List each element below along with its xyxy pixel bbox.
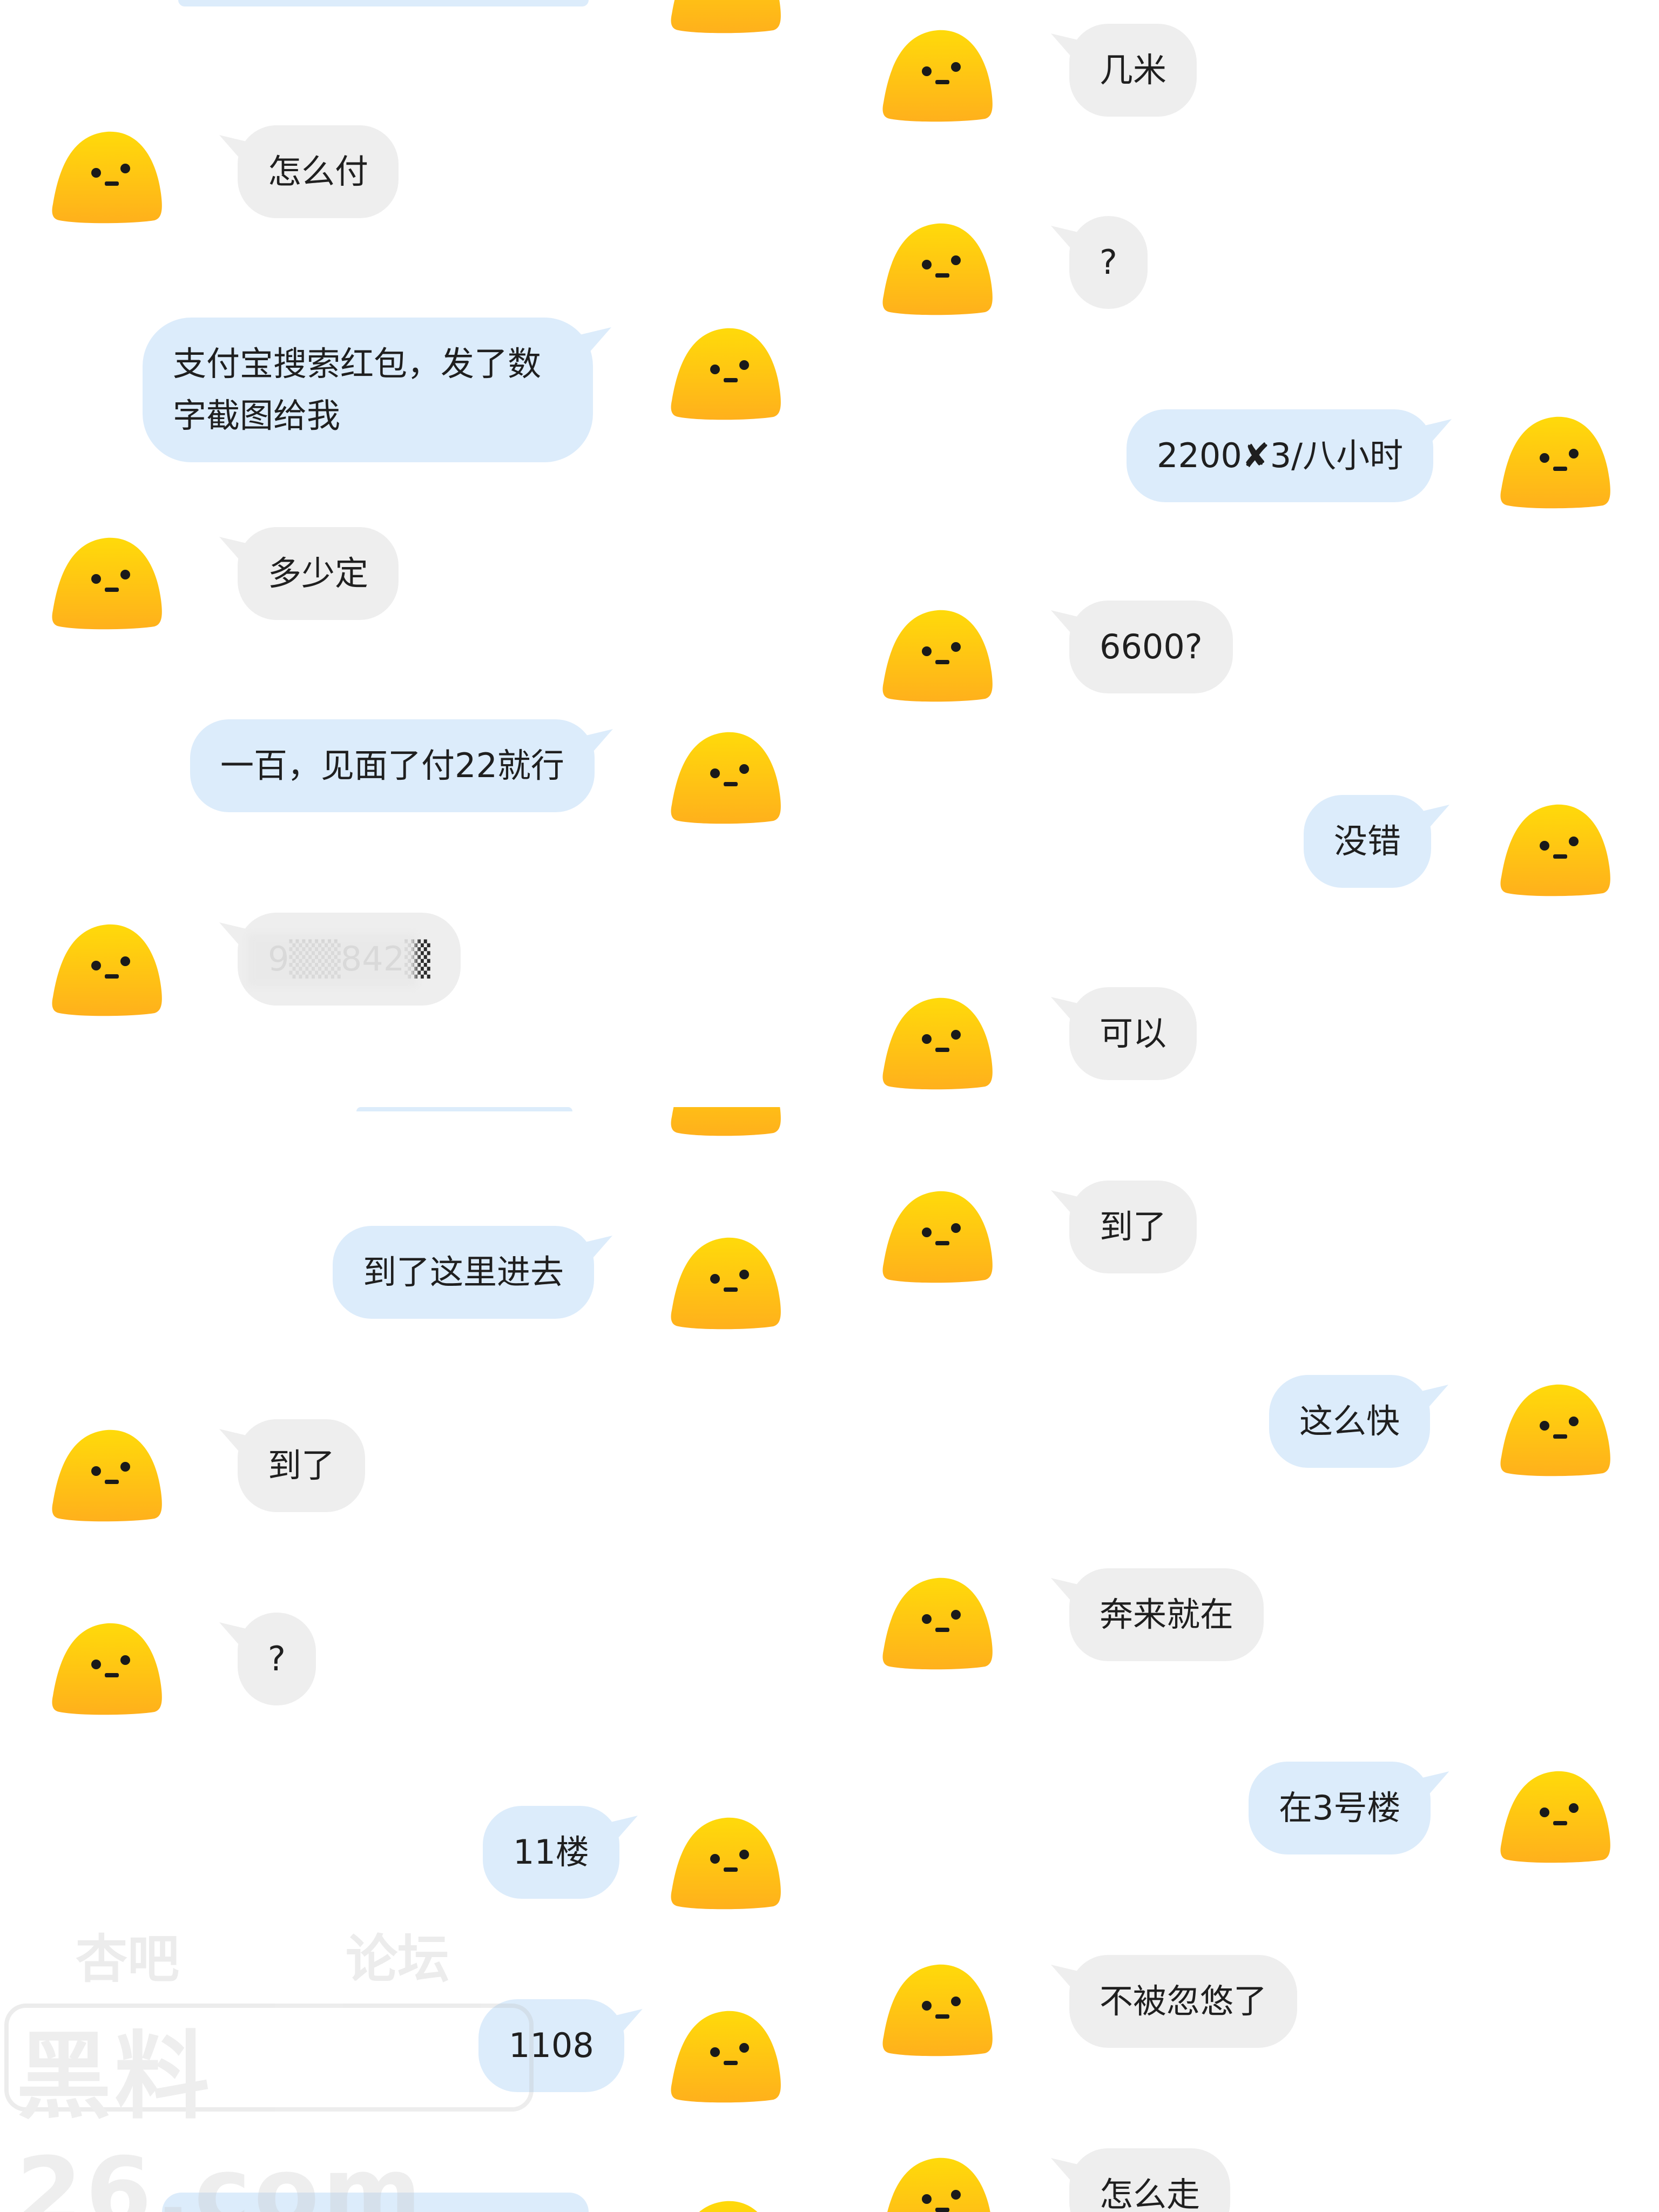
incoming-message-bubble[interactable]: 不被忽悠了 [1069, 1955, 1298, 2048]
yellow-blob-avatar-icon [882, 2157, 993, 2212]
yellow-blob-avatar-icon [1500, 1384, 1610, 1476]
incoming-message-bubble[interactable]: 到了 [1069, 1181, 1197, 1273]
outgoing-message-bubble[interactable]: 一百，见面了付22就行 [190, 719, 595, 812]
contact-avatar[interactable] [879, 215, 996, 323]
outgoing-message-bubble[interactable]: 2200✘3/八小时 [1127, 409, 1434, 502]
self-avatar[interactable] [1497, 1376, 1614, 1484]
cut-off-avatar [667, 0, 784, 41]
contact-avatar[interactable] [49, 1421, 165, 1529]
redaction-mosaic [248, 934, 416, 986]
yellow-blob-avatar-icon [671, 2201, 781, 2212]
contact-avatar[interactable] [49, 123, 165, 231]
watermark-brand-right: 论坛 [346, 1929, 449, 1990]
contact-avatar[interactable] [49, 529, 165, 637]
outgoing-message-bubble[interactable]: 没错 [1304, 795, 1432, 888]
yellow-blob-avatar-icon [1500, 416, 1610, 509]
yellow-blob-avatar-icon [882, 1964, 993, 2056]
yellow-blob-avatar-icon [52, 924, 162, 1016]
contact-avatar[interactable] [879, 1956, 996, 2064]
watermark-domain: 黑料26.com [16, 2021, 425, 2212]
yellow-blob-avatar-icon [882, 1191, 993, 1283]
yellow-blob-avatar-icon [52, 537, 162, 630]
incoming-message-bubble[interactable]: 到了 [238, 1419, 366, 1512]
yellow-blob-avatar-icon [1500, 804, 1610, 896]
contact-avatar[interactable] [879, 1183, 996, 1291]
incoming-message-bubble[interactable]: 6600? [1069, 601, 1233, 693]
yellow-blob-avatar-icon [671, 732, 781, 824]
contact-avatar[interactable] [49, 916, 165, 1024]
outgoing-message-bubble[interactable]: 在3号楼 [1249, 1762, 1431, 1854]
contact-avatar[interactable] [879, 989, 996, 1097]
yellow-blob-avatar-icon [52, 1623, 162, 1715]
yellow-blob-avatar-icon [671, 328, 781, 420]
yellow-blob-avatar-icon [882, 223, 993, 315]
self-avatar[interactable] [1497, 796, 1614, 904]
self-avatar[interactable] [1497, 1763, 1614, 1871]
yellow-blob-avatar-icon [671, 1817, 781, 1910]
contact-avatar[interactable] [49, 1615, 165, 1723]
contact-avatar[interactable] [879, 1569, 996, 1677]
self-avatar[interactable] [667, 724, 784, 832]
watermark-brand-left: 杏吧 [76, 1929, 179, 1990]
yellow-blob-avatar-icon [52, 1429, 162, 1522]
chat-screenshot: 怎么付 支付宝搜索红包，发了数字截图给我 多少定 一百，见面了付22就行 9▒▒… [0, 0, 1659, 2212]
incoming-message-bubble[interactable]: 怎么付 [238, 125, 399, 218]
outgoing-message-bubble[interactable]: 11楼 [483, 1806, 619, 1899]
contact-avatar[interactable] [879, 22, 996, 130]
yellow-blob-avatar-icon [671, 1237, 781, 1330]
cut-off-outgoing-bubble [178, 0, 589, 6]
yellow-blob-avatar-icon [882, 1577, 993, 1670]
incoming-message-bubble[interactable]: 奔来就在 [1069, 1568, 1264, 1661]
yellow-blob-avatar-icon [1500, 1771, 1610, 1863]
yellow-blob-avatar-icon [882, 997, 993, 1090]
self-avatar[interactable] [667, 2002, 784, 2110]
incoming-message-bubble[interactable]: ? [238, 1613, 316, 1705]
site-watermark: 杏吧 论坛 黑料26.com [0, 1901, 540, 2212]
outgoing-message-bubble[interactable]: 到了这里进去 [333, 1226, 595, 1319]
self-avatar[interactable] [667, 320, 784, 428]
incoming-message-bubble[interactable]: 可以 [1069, 987, 1197, 1080]
incoming-message-bubble[interactable]: 怎么走 [1069, 2148, 1231, 2212]
cut-off-avatar [667, 1107, 784, 1144]
yellow-blob-avatar-icon [671, 2011, 781, 2103]
self-avatar[interactable] [1497, 408, 1614, 516]
contact-avatar[interactable] [879, 2149, 996, 2212]
incoming-message-bubble[interactable]: 多少定 [238, 527, 399, 620]
yellow-blob-avatar-icon [882, 610, 993, 702]
yellow-blob-avatar-icon [52, 131, 162, 224]
yellow-blob-avatar-icon [671, 1107, 781, 1136]
outgoing-message-bubble[interactable]: 这么快 [1269, 1375, 1431, 1468]
chat-panel-right[interactable]: 几米 ? 2200✘3/八小时 6600? 没错 可以 到了 这么快 奔来就在 … [830, 0, 1659, 2212]
incoming-message-bubble[interactable]: ? [1069, 216, 1148, 309]
outgoing-message-bubble[interactable]: 支付宝搜索红包，发了数字截图给我 [143, 318, 593, 462]
cut-off-outgoing-bubble [356, 1107, 572, 1111]
self-avatar[interactable] [667, 1229, 784, 1337]
chat-panel-left[interactable]: 怎么付 支付宝搜索红包，发了数字截图给我 多少定 一百，见面了付22就行 9▒▒… [0, 0, 830, 2212]
incoming-message-bubble[interactable]: 几米 [1069, 24, 1197, 117]
cut-off-avatar [667, 2193, 784, 2212]
self-avatar[interactable] [667, 1809, 784, 1917]
contact-avatar[interactable] [879, 602, 996, 710]
yellow-blob-avatar-icon [882, 30, 993, 122]
yellow-blob-avatar-icon [671, 0, 781, 33]
